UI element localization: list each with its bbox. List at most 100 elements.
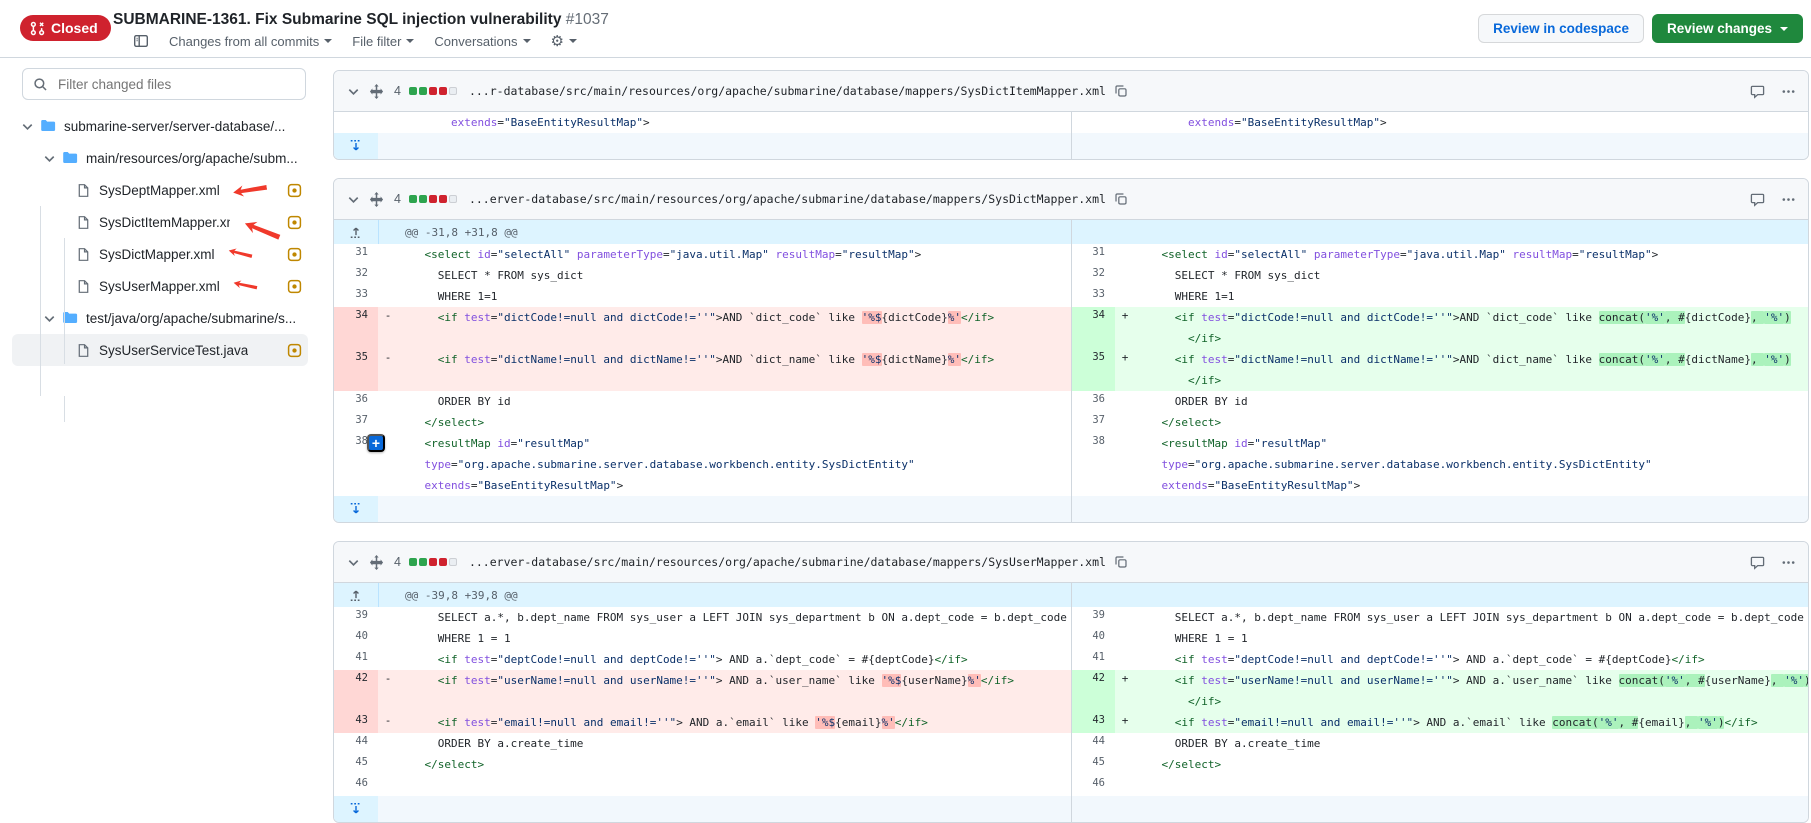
diffstat-square-add: [409, 195, 417, 203]
diff-settings-menu[interactable]: ⚙: [551, 34, 577, 49]
line-number[interactable]: 36: [1071, 391, 1115, 412]
line-number[interactable]: 42: [1071, 670, 1115, 712]
line-number[interactable]: 35: [334, 349, 378, 391]
review-in-codespace-button[interactable]: Review in codespace: [1478, 14, 1644, 43]
diff-right-context-line: 38 <resultMap id="resultMap" type="org.a…: [1071, 433, 1808, 496]
expand-down-button[interactable]: [334, 796, 378, 822]
comment-icon[interactable]: [1750, 555, 1765, 570]
kebab-menu-icon[interactable]: [1781, 84, 1796, 99]
line-number[interactable]: 33: [1071, 286, 1115, 307]
kebab-menu-icon[interactable]: [1781, 555, 1796, 570]
expand-up-button[interactable]: [334, 583, 379, 607]
chevron-down-icon: [1780, 27, 1788, 31]
collapse-file-chevron-icon[interactable]: [346, 84, 361, 99]
kebab-menu-icon[interactable]: [1781, 192, 1796, 207]
diffstat-square-del: [429, 558, 437, 566]
drag-handle-icon[interactable]: [369, 84, 384, 99]
file-path[interactable]: ...r-database/src/main/resources/org/apa…: [469, 84, 1106, 98]
tree-file-sysusermapper-xml[interactable]: SysUserMapper.xml: [12, 270, 308, 302]
add-comment-button[interactable]: +: [367, 434, 385, 452]
line-number[interactable]: 39: [1071, 607, 1115, 628]
line-number[interactable]: 46: [334, 775, 378, 796]
tree-file-sysdeptmapper-xml[interactable]: SysDeptMapper.xml: [12, 174, 308, 206]
collapse-file-chevron-icon[interactable]: [346, 192, 361, 207]
line-number[interactable]: 45: [334, 754, 378, 775]
line-number[interactable]: 37: [334, 412, 378, 433]
line-number[interactable]: 41: [334, 649, 378, 670]
line-number[interactable]: 46: [1071, 775, 1115, 796]
expand-down-button[interactable]: [334, 496, 378, 522]
line-number[interactable]: 40: [334, 628, 378, 649]
tree-file-sysdictitemmapper-xml[interactable]: SysDictItemMapper.xml: [12, 206, 308, 238]
copy-path-icon[interactable]: [1114, 555, 1128, 569]
changes-from-menu[interactable]: Changes from all commits: [169, 34, 332, 49]
tree-folder-test-java-org-apache-submarine-s-[interactable]: test/java/org/apache/submarine/s...: [12, 302, 308, 334]
line-number[interactable]: 43: [334, 712, 378, 733]
diff-body: extends="BaseEntityResultMap"> extends="…: [334, 112, 1808, 159]
line-number[interactable]: 36: [334, 391, 378, 412]
diff-body: @@ -39,8 +39,8 @@39 SELECT a.*, b.dept_n…: [334, 583, 1808, 822]
file-icon: [76, 343, 91, 358]
line-number[interactable]: [1071, 112, 1115, 133]
copy-path-icon[interactable]: [1114, 84, 1128, 98]
file-diff-header: 4 ...erver-database/src/main/resources/or…: [334, 542, 1808, 583]
drag-handle-icon[interactable]: [369, 555, 384, 570]
line-number[interactable]: 44: [334, 733, 378, 754]
red-annotation-arrow: [225, 274, 258, 293]
copy-path-icon[interactable]: [1114, 192, 1128, 206]
line-number[interactable]: 38: [1071, 433, 1115, 496]
tree-folder-submarine-server-server-database-[interactable]: submarine-server/server-database/...: [12, 110, 308, 142]
tree-file-sysdictmapper-xml[interactable]: SysDictMapper.xml: [12, 238, 308, 270]
diff-sign: [1115, 286, 1135, 307]
line-number[interactable]: 45: [1071, 754, 1115, 775]
code-cell: <resultMap id="resultMap" type="org.apac…: [1135, 433, 1808, 496]
drag-handle-icon[interactable]: [369, 192, 384, 207]
filter-changed-files-box[interactable]: [22, 68, 306, 100]
file-icon: [76, 183, 91, 198]
conversations-menu[interactable]: Conversations: [434, 34, 530, 49]
file-filter-menu[interactable]: File filter: [352, 34, 414, 49]
line-number[interactable]: 35: [1071, 349, 1115, 391]
line-number[interactable]: 42: [334, 670, 378, 712]
collapse-file-chevron-icon[interactable]: [346, 555, 361, 570]
code-cell: SELECT * FROM sys_dict: [1135, 265, 1808, 286]
line-number[interactable]: 43: [1071, 712, 1115, 733]
file-path[interactable]: ...erver-database/src/main/resources/org…: [469, 555, 1106, 569]
file-tree-toggle-icon[interactable]: [133, 33, 149, 49]
filter-changed-files-input[interactable]: [56, 76, 295, 93]
review-changes-button[interactable]: Review changes: [1652, 14, 1803, 43]
chevron-down-icon[interactable]: [20, 119, 35, 134]
diff-right-added-line: 35+ <if test="dictName!=null and dictNam…: [1071, 349, 1808, 391]
line-number[interactable]: 34: [1071, 307, 1115, 349]
chevron-down-icon: [406, 39, 414, 43]
line-number[interactable]: 32: [334, 265, 378, 286]
line-number[interactable]: 31: [1071, 244, 1115, 265]
line-number[interactable]: 34: [334, 307, 378, 349]
comment-icon[interactable]: [1750, 192, 1765, 207]
tree-folder-main-resources-org-apache-subm-[interactable]: main/resources/org/apache/subm...: [12, 142, 308, 174]
chevron-down-icon[interactable]: [42, 151, 57, 166]
expand-up-button[interactable]: [334, 220, 379, 244]
code-cell: ORDER BY a.create_time: [398, 733, 1071, 754]
line-number[interactable]: 39: [334, 607, 378, 628]
expand-down-button[interactable]: [334, 133, 378, 159]
line-number[interactable]: 44: [1071, 733, 1115, 754]
line-number[interactable]: 41: [1071, 649, 1115, 670]
line-number[interactable]: [334, 112, 378, 133]
line-number[interactable]: 33: [334, 286, 378, 307]
tree-file-sysuserservicetest-java[interactable]: SysUserServiceTest.java: [12, 334, 308, 366]
diff-sign: [378, 286, 398, 307]
line-number[interactable]: 37: [1071, 412, 1115, 433]
changes-count: 4: [394, 555, 401, 569]
diff-sign: [378, 628, 398, 649]
line-number[interactable]: 31: [334, 244, 378, 265]
comment-icon[interactable]: [1750, 84, 1765, 99]
search-icon: [33, 77, 48, 92]
line-number[interactable]: 40: [1071, 628, 1115, 649]
diff-sign: [1115, 244, 1135, 265]
code-cell: <if test="dictCode!=null and dictCode!='…: [1135, 307, 1808, 349]
chevron-down-icon[interactable]: [42, 311, 57, 326]
code-cell: </select>: [398, 754, 1071, 775]
file-path[interactable]: ...erver-database/src/main/resources/org…: [469, 192, 1106, 206]
line-number[interactable]: 32: [1071, 265, 1115, 286]
